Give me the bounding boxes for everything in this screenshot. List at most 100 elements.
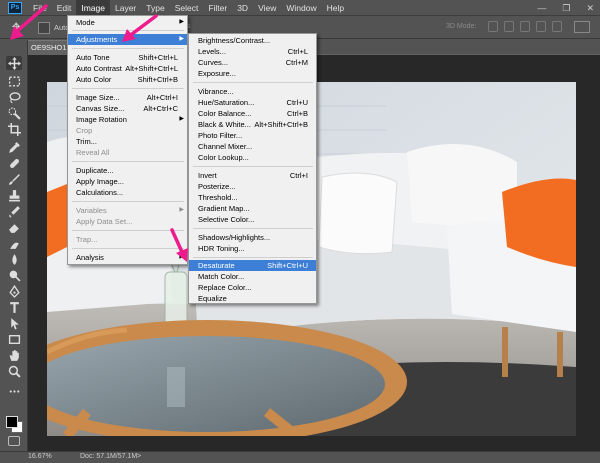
- menu-select[interactable]: Select: [170, 0, 204, 16]
- menu-item-label: HDR Toning...: [198, 244, 245, 253]
- menu-item-label: Apply Data Set...: [76, 217, 133, 226]
- crop-icon[interactable]: [6, 122, 22, 136]
- marquee-icon[interactable]: [6, 74, 22, 88]
- menu-edit[interactable]: Edit: [52, 0, 77, 16]
- menu-item-label: Trim...: [76, 137, 97, 146]
- zoom-icon[interactable]: [6, 364, 22, 378]
- submenu-item-curves[interactable]: Curves... Ctrl+M: [189, 57, 316, 68]
- menu-item-apply-image[interactable]: Apply Image...: [68, 176, 187, 187]
- submenu-item-hdr-toning[interactable]: HDR Toning...: [189, 243, 316, 254]
- status-bar: 16.67% Doc: 57.1M/57.1M >: [0, 451, 600, 463]
- menu-item-label: Exposure...: [198, 69, 236, 78]
- hand-icon[interactable]: [6, 348, 22, 362]
- type-icon[interactable]: [6, 300, 22, 314]
- submenu-item-selective-color[interactable]: Selective Color...: [189, 214, 316, 225]
- submenu-item-vibrance[interactable]: Vibrance...: [189, 86, 316, 97]
- submenu-item-gradient-map[interactable]: Gradient Map...: [189, 203, 316, 214]
- submenu-item-shadows-highlights[interactable]: Shadows/Highlights...: [189, 232, 316, 243]
- zoom-level[interactable]: 16.67%: [28, 453, 52, 460]
- gradient-icon[interactable]: [6, 236, 22, 250]
- menu-item-shortcut: Alt+Ctrl+I: [146, 93, 178, 102]
- menu-item-shortcut: Alt+Ctrl+C: [143, 104, 178, 113]
- status-menu-arrow[interactable]: >: [137, 453, 141, 460]
- menu-item-image-rotation[interactable]: Image Rotation ▶: [68, 114, 187, 125]
- submenu-item-levels[interactable]: Levels... Ctrl+L: [189, 46, 316, 57]
- submenu-arrow-icon: ▶: [179, 36, 184, 42]
- menu-separator: [193, 166, 313, 167]
- restore-icon[interactable]: ❐: [562, 3, 570, 14]
- more-tools-icon[interactable]: [6, 384, 22, 398]
- submenu-item-black-white[interactable]: Black & White... Alt+Shift+Ctrl+B: [189, 119, 316, 130]
- quick-select-icon[interactable]: [6, 106, 22, 120]
- menu-item-auto-color[interactable]: Auto Color Shift+Ctrl+B: [68, 74, 187, 85]
- window-controls: — ❐ ✕: [537, 0, 594, 16]
- workspace-icon[interactable]: [574, 21, 590, 33]
- menu-item-image-size[interactable]: Image Size... Alt+Ctrl+I: [68, 92, 187, 103]
- eyedropper-icon[interactable]: [6, 140, 22, 154]
- rectangle-icon[interactable]: [6, 332, 22, 346]
- pen-icon[interactable]: [6, 284, 22, 298]
- submenu-item-photo-filter[interactable]: Photo Filter...: [189, 130, 316, 141]
- menu-item-shortcut: Alt+Shift+Ctrl+B: [254, 120, 308, 129]
- menu-item-shortcut: Alt+Shift+Ctrl+L: [125, 64, 178, 73]
- menu-item-label: Equalize: [198, 294, 227, 303]
- lasso-icon[interactable]: [6, 90, 22, 104]
- menu-view[interactable]: View: [253, 0, 281, 16]
- menu-bar: Ps File Edit Image Layer Type Select Fil…: [0, 0, 600, 16]
- submenu-item-equalize[interactable]: Equalize: [189, 293, 316, 304]
- foreground-color-swatch[interactable]: [6, 416, 18, 428]
- submenu-item-hue-saturation[interactable]: Hue/Saturation... Ctrl+U: [189, 97, 316, 108]
- move-icon[interactable]: [6, 56, 22, 70]
- menu-item-label: Color Balance...: [198, 109, 252, 118]
- path-select-icon[interactable]: [6, 316, 22, 330]
- menu-3d[interactable]: 3D: [232, 0, 253, 16]
- 3d-mode-label: 3D Mode:: [446, 23, 477, 30]
- submenu-item-color-lookup[interactable]: Color Lookup...: [189, 152, 316, 163]
- submenu-item-replace-color[interactable]: Replace Color...: [189, 282, 316, 293]
- annotation-arrow-icon: [122, 14, 158, 42]
- submenu-item-exposure[interactable]: Exposure...: [189, 68, 316, 79]
- menu-item-canvas-size[interactable]: Canvas Size... Alt+Ctrl+C: [68, 103, 187, 114]
- menu-image[interactable]: Image: [76, 0, 110, 16]
- 3d-pan-icon[interactable]: [520, 21, 530, 32]
- submenu-item-posterize[interactable]: Posterize...: [189, 181, 316, 192]
- submenu-item-desaturate[interactable]: Desaturate Shift+Ctrl+U: [189, 260, 316, 271]
- submenu-arrow-icon: ▶: [179, 207, 184, 213]
- menu-filter[interactable]: Filter: [203, 0, 232, 16]
- menu-item-label: Curves...: [198, 58, 229, 67]
- menu-help[interactable]: Help: [322, 0, 349, 16]
- healing-icon[interactable]: [6, 156, 22, 170]
- menu-item-calculations[interactable]: Calculations...: [68, 187, 187, 198]
- document-size: Doc: 57.1M/57.1M: [80, 453, 138, 460]
- eraser-icon[interactable]: [6, 220, 22, 234]
- menu-item-duplicate[interactable]: Duplicate...: [68, 165, 187, 176]
- minimize-icon[interactable]: —: [537, 3, 546, 13]
- menu-item-label: Match Color...: [198, 272, 245, 281]
- dodge-icon[interactable]: [6, 268, 22, 282]
- submenu-item-channel-mixer[interactable]: Channel Mixer...: [189, 141, 316, 152]
- menu-item-label: Crop: [76, 126, 93, 135]
- quick-mask-icon[interactable]: [8, 436, 20, 446]
- menu-item-trim[interactable]: Trim...: [68, 136, 187, 147]
- blur-icon[interactable]: [6, 252, 22, 266]
- 3d-orbit-icon[interactable]: [488, 21, 498, 32]
- menu-window[interactable]: Window: [281, 0, 321, 16]
- 3d-roll-icon[interactable]: [504, 21, 514, 32]
- 3d-slide-icon[interactable]: [536, 21, 546, 32]
- submenu-item-invert[interactable]: Invert Ctrl+I: [189, 170, 316, 181]
- menu-item-label: Black & White...: [198, 120, 251, 129]
- menu-item-label: Reveal All: [76, 148, 110, 157]
- submenu-item-color-balance[interactable]: Color Balance... Ctrl+B: [189, 108, 316, 119]
- submenu-item-match-color[interactable]: Match Color...: [189, 271, 316, 282]
- menu-item-reveal-all: Reveal All: [68, 147, 187, 158]
- 3d-scale-icon[interactable]: [552, 21, 562, 32]
- menu-item-auto-contrast[interactable]: Auto Contrast Alt+Shift+Ctrl+L: [68, 63, 187, 74]
- tools-panel: [0, 40, 28, 463]
- brush-icon[interactable]: [6, 172, 22, 186]
- clone-stamp-icon[interactable]: [6, 188, 22, 202]
- submenu-item-brightness-contrast[interactable]: Brightness/Contrast...: [189, 35, 316, 46]
- submenu-item-threshold[interactable]: Threshold...: [189, 192, 316, 203]
- close-icon[interactable]: ✕: [586, 3, 594, 14]
- history-brush-icon[interactable]: [6, 204, 22, 218]
- menu-item-auto-tone[interactable]: Auto Tone Shift+Ctrl+L: [68, 52, 187, 63]
